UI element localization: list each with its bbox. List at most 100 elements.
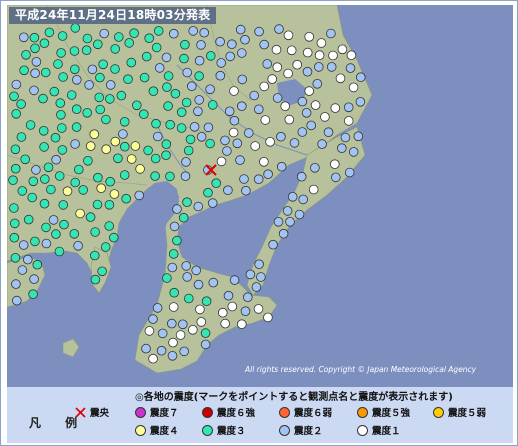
station-marker[interactable] (151, 118, 161, 129)
station-marker[interactable] (58, 200, 69, 210)
station-marker[interactable] (175, 330, 186, 340)
station-marker[interactable] (179, 53, 189, 64)
station-marker[interactable] (152, 303, 163, 313)
station-marker[interactable] (104, 221, 114, 231)
station-marker[interactable] (237, 101, 247, 111)
station-marker[interactable] (46, 184, 56, 195)
station-marker[interactable] (337, 44, 348, 55)
station-marker[interactable] (181, 261, 192, 271)
station-marker[interactable] (240, 34, 250, 45)
station-marker[interactable] (314, 50, 325, 60)
station-marker[interactable] (183, 145, 194, 156)
station-marker[interactable] (229, 275, 240, 285)
station-marker[interactable] (38, 126, 49, 136)
station-marker[interactable] (96, 183, 106, 194)
station-marker[interactable] (161, 52, 172, 63)
station-marker[interactable] (193, 279, 204, 290)
station-marker[interactable] (29, 32, 40, 43)
station-marker[interactable] (237, 319, 247, 330)
station-marker[interactable] (344, 167, 355, 178)
station-marker[interactable] (345, 63, 356, 73)
station-marker[interactable] (169, 221, 180, 232)
station-marker[interactable] (199, 27, 210, 38)
station-marker[interactable] (289, 138, 300, 148)
station-marker[interactable] (263, 169, 273, 180)
station-marker[interactable] (178, 319, 188, 330)
station-marker[interactable] (143, 145, 153, 156)
station-marker[interactable] (29, 274, 39, 284)
station-marker[interactable] (93, 39, 103, 50)
station-marker[interactable] (110, 44, 120, 54)
station-marker[interactable] (162, 273, 172, 283)
station-marker[interactable] (218, 307, 228, 318)
station-marker[interactable] (328, 50, 338, 61)
station-marker[interactable] (254, 104, 264, 115)
station-marker[interactable] (286, 45, 297, 56)
station-marker[interactable] (182, 67, 193, 78)
station-marker[interactable] (245, 269, 256, 280)
station-marker[interactable] (101, 144, 111, 155)
station-marker[interactable] (172, 204, 182, 214)
station-marker[interactable] (31, 56, 42, 67)
station-marker[interactable] (101, 114, 111, 125)
station-marker[interactable] (38, 93, 48, 104)
station-marker[interactable] (11, 79, 22, 90)
station-marker[interactable] (100, 242, 111, 252)
station-marker[interactable] (29, 85, 39, 96)
station-marker[interactable] (296, 171, 307, 182)
station-marker[interactable] (211, 178, 222, 189)
station-marker[interactable] (207, 198, 218, 208)
station-marker[interactable] (235, 155, 245, 165)
station-marker[interactable] (193, 201, 204, 212)
station-marker[interactable] (302, 66, 313, 77)
station-marker[interactable] (74, 164, 84, 175)
station-marker[interactable] (194, 71, 204, 81)
station-marker[interactable] (220, 318, 231, 329)
station-marker[interactable] (323, 127, 334, 137)
station-marker[interactable] (168, 249, 179, 259)
station-marker[interactable] (90, 227, 100, 237)
station-marker[interactable] (54, 171, 65, 181)
station-marker[interactable] (150, 153, 161, 164)
station-marker[interactable] (148, 86, 159, 96)
station-marker[interactable] (220, 135, 230, 146)
station-marker[interactable] (162, 82, 172, 92)
station-marker[interactable] (135, 164, 145, 174)
station-marker[interactable] (260, 115, 271, 125)
station-marker[interactable] (268, 239, 278, 250)
station-marker[interactable] (20, 154, 31, 165)
station-marker[interactable] (161, 139, 172, 150)
station-marker[interactable] (272, 62, 283, 72)
station-marker[interactable] (229, 115, 240, 126)
station-marker[interactable] (256, 272, 266, 282)
station-marker[interactable] (200, 339, 211, 350)
station-marker[interactable] (126, 154, 137, 164)
station-marker[interactable] (110, 136, 121, 147)
station-marker[interactable] (216, 156, 227, 167)
station-marker[interactable] (99, 28, 109, 39)
station-marker[interactable] (154, 63, 165, 73)
station-marker[interactable] (244, 128, 254, 138)
station-marker[interactable] (19, 65, 29, 76)
station-marker[interactable] (141, 343, 151, 354)
station-marker[interactable] (184, 293, 194, 304)
station-marker[interactable] (196, 40, 206, 50)
station-marker[interactable] (83, 156, 93, 166)
station-marker[interactable] (297, 96, 308, 107)
station-marker[interactable] (51, 154, 61, 165)
station-marker[interactable] (189, 122, 200, 132)
station-marker[interactable] (55, 98, 66, 108)
station-marker[interactable] (113, 153, 123, 164)
station-marker[interactable] (62, 186, 73, 197)
station-marker[interactable] (31, 165, 41, 175)
station-marker[interactable] (185, 134, 196, 145)
station-marker[interactable] (23, 214, 34, 225)
station-marker[interactable] (11, 109, 21, 119)
station-marker[interactable] (105, 94, 115, 104)
station-marker[interactable] (22, 254, 33, 265)
station-marker[interactable] (84, 80, 94, 90)
station-marker[interactable] (97, 266, 107, 277)
station-marker[interactable] (222, 146, 232, 156)
station-marker[interactable] (134, 190, 144, 201)
station-marker[interactable] (182, 272, 193, 282)
